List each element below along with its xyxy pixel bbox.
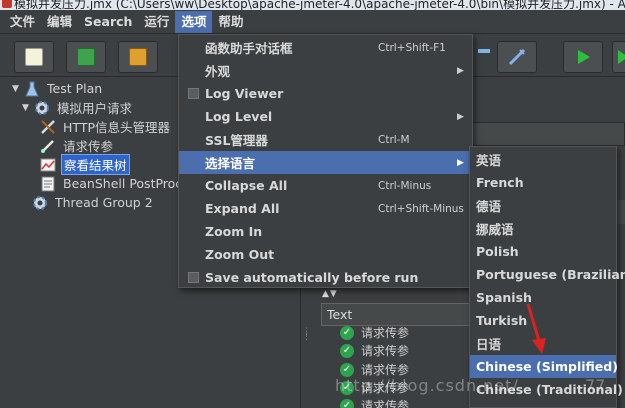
- menu-item-save-before-run[interactable]: Save automatically before run: [179, 266, 472, 289]
- menu-item-zoom-out[interactable]: Zoom Out: [179, 243, 472, 266]
- toolbar-fragment-icon: [478, 49, 490, 53]
- menu-item-zoom-in[interactable]: Zoom In: [179, 220, 472, 243]
- tree-node-thread-group[interactable]: ▼ 模拟用户请求: [22, 98, 134, 117]
- flask-icon: [24, 81, 40, 97]
- start-button[interactable]: [563, 41, 603, 73]
- tree-node-label: 察看结果树: [61, 154, 130, 175]
- language-item-polish[interactable]: Polish: [470, 240, 616, 263]
- tree-node-view-results-tree[interactable]: 察看结果树: [40, 154, 130, 175]
- new-document-icon: [25, 48, 43, 66]
- menu-item-ssl-manager[interactable]: SSL管理器 Ctrl-M: [179, 128, 472, 151]
- gear-icon: [32, 195, 48, 211]
- play-alt-icon: [618, 50, 625, 64]
- menu-item-log-viewer[interactable]: Log Viewer: [179, 82, 472, 105]
- success-shield-icon: ✓: [340, 325, 354, 340]
- open-folder-icon: [129, 48, 147, 66]
- language-item-english[interactable]: 英语: [470, 148, 616, 171]
- wand-icon: [508, 48, 526, 66]
- result-row-label: 请求传参: [361, 326, 410, 340]
- sort-arrows-icon[interactable]: ▲▼: [322, 289, 338, 299]
- menu-help[interactable]: 帮助: [212, 11, 249, 33]
- tree-node-thread-group-2[interactable]: Thread Group 2: [32, 193, 155, 212]
- options-dropdown: 函数助手对话框 Ctrl+Shift-F1 外观 ▶ Log Viewer Lo…: [178, 34, 473, 288]
- menu-search[interactable]: Search: [78, 11, 138, 33]
- result-row-label: 请求传参: [361, 344, 410, 358]
- open-button[interactable]: [118, 41, 158, 73]
- wrench-icon: [40, 119, 56, 135]
- expand-arrow-icon[interactable]: ▼: [12, 84, 24, 94]
- success-shield-icon: ✓: [340, 343, 354, 358]
- menu-edit[interactable]: 编辑: [41, 11, 78, 33]
- gear-icon: [34, 100, 50, 116]
- menu-item-look-and-feel[interactable]: 外观 ▶: [179, 59, 472, 82]
- tree-node-test-plan[interactable]: ▼ Test Plan: [12, 79, 104, 98]
- tree-node-label: HTTP信息头管理器: [63, 120, 170, 135]
- language-item-norwegian[interactable]: 挪威语: [470, 217, 616, 240]
- play-icon: [578, 50, 590, 64]
- new-button[interactable]: [14, 41, 54, 73]
- templates-icon: [77, 48, 95, 66]
- chart-icon: [40, 157, 56, 173]
- tree-node-request[interactable]: 请求传参: [40, 136, 115, 155]
- start-no-pause-button[interactable]: [612, 41, 625, 73]
- success-shield-icon: ✓: [340, 362, 354, 377]
- menu-options[interactable]: 选项: [175, 10, 213, 33]
- submenu-arrow-icon: ▶: [457, 65, 464, 76]
- clear-button[interactable]: [497, 41, 537, 73]
- watermark-suffix: 77: [585, 376, 606, 395]
- menu-item-choose-language[interactable]: 选择语言 ▶: [179, 151, 472, 174]
- menu-file[interactable]: 文件: [4, 11, 41, 33]
- result-row[interactable]: ✓ 请求传参: [340, 341, 409, 360]
- app-icon: [2, 0, 12, 8]
- language-item-german[interactable]: 德语: [470, 194, 616, 217]
- tree-node-label: Test Plan: [47, 81, 103, 96]
- language-submenu: 英语 French 德语 挪威语 Polish Portuguese (Braz…: [469, 146, 625, 408]
- red-annotation-arrow-icon: [526, 303, 546, 354]
- window-titlebar: 模拟并发压力.jmx (C:\Users\ww\Desktop\apache-j…: [0, 0, 625, 10]
- window-title: 模拟并发压力.jmx (C:\Users\ww\Desktop\apache-j…: [14, 0, 625, 10]
- result-row[interactable]: ✓ 请求传参: [340, 396, 409, 408]
- menu-item-collapse-all[interactable]: Collapse All Ctrl-Minus: [179, 174, 472, 197]
- result-row-label: 请求传参: [361, 399, 410, 408]
- submenu-arrow-icon: ▶: [457, 157, 464, 168]
- tree-node-label: BeanShell PostProce: [63, 176, 190, 191]
- language-item-french[interactable]: French: [470, 171, 616, 194]
- tree-node-label: Thread Group 2: [55, 195, 153, 210]
- watermark: http://blog.csdn.net/: [335, 376, 519, 395]
- menu-item-function-helper[interactable]: 函数助手对话框 Ctrl+Shift-F1: [179, 36, 472, 59]
- success-shield-icon: ✓: [340, 398, 354, 408]
- tree-node-label: 模拟用户请求: [57, 101, 133, 116]
- pipette-icon: [40, 138, 56, 154]
- tree-node-beanshell[interactable]: BeanShell PostProce: [40, 174, 192, 193]
- menu-item-expand-all[interactable]: Expand All Ctrl+Shift-Minus: [179, 197, 472, 220]
- checkbox-icon[interactable]: [188, 272, 199, 283]
- splitter-handle[interactable]: ⋮ ⋮: [302, 328, 311, 344]
- result-row[interactable]: ✓ 请求传参: [340, 323, 409, 342]
- templates-button[interactable]: [66, 41, 106, 73]
- menubar: 文件 编辑 Search 运行 选项 帮助: [0, 10, 625, 34]
- tree-node-label: 请求传参: [63, 139, 114, 154]
- checkbox-icon[interactable]: [188, 88, 199, 99]
- submenu-arrow-icon: ▶: [457, 111, 464, 122]
- tree-node-header-manager[interactable]: HTTP信息头管理器: [40, 117, 172, 136]
- language-item-portuguese[interactable]: Portuguese (Brazilian): [470, 263, 625, 286]
- script-icon: [40, 176, 56, 192]
- expand-arrow-icon[interactable]: ▼: [22, 103, 34, 113]
- menu-item-log-level[interactable]: Log Level ▶: [179, 105, 472, 128]
- menu-run[interactable]: 运行: [138, 11, 175, 33]
